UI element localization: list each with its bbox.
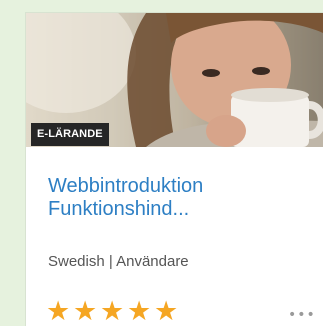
star-icon: ★ xyxy=(100,296,125,326)
e-learning-badge: E-LÄRANDE xyxy=(31,123,109,146)
page-background: E-LÄRANDE Webbintroduktion Funktionshind… xyxy=(0,0,323,326)
star-icon: ★ xyxy=(73,296,98,326)
course-card[interactable]: E-LÄRANDE Webbintroduktion Funktionshind… xyxy=(25,12,323,326)
more-options-icon[interactable]: ••• xyxy=(288,307,316,323)
star-icon: ★ xyxy=(154,296,179,326)
star-icon: ★ xyxy=(46,296,71,326)
course-language-audience: Swedish | Användare xyxy=(48,253,189,270)
star-icon: ★ xyxy=(127,296,152,326)
star-rating: ★ ★ ★ ★ ★ xyxy=(46,296,180,326)
course-title-line-1[interactable]: Webbintroduktion xyxy=(48,175,298,198)
course-title-line-2[interactable]: Funktionshind... xyxy=(48,198,298,221)
course-title-link[interactable]: Webbintroduktion Funktionshind... xyxy=(48,175,298,221)
course-thumbnail[interactable]: E-LÄRANDE xyxy=(26,13,323,147)
